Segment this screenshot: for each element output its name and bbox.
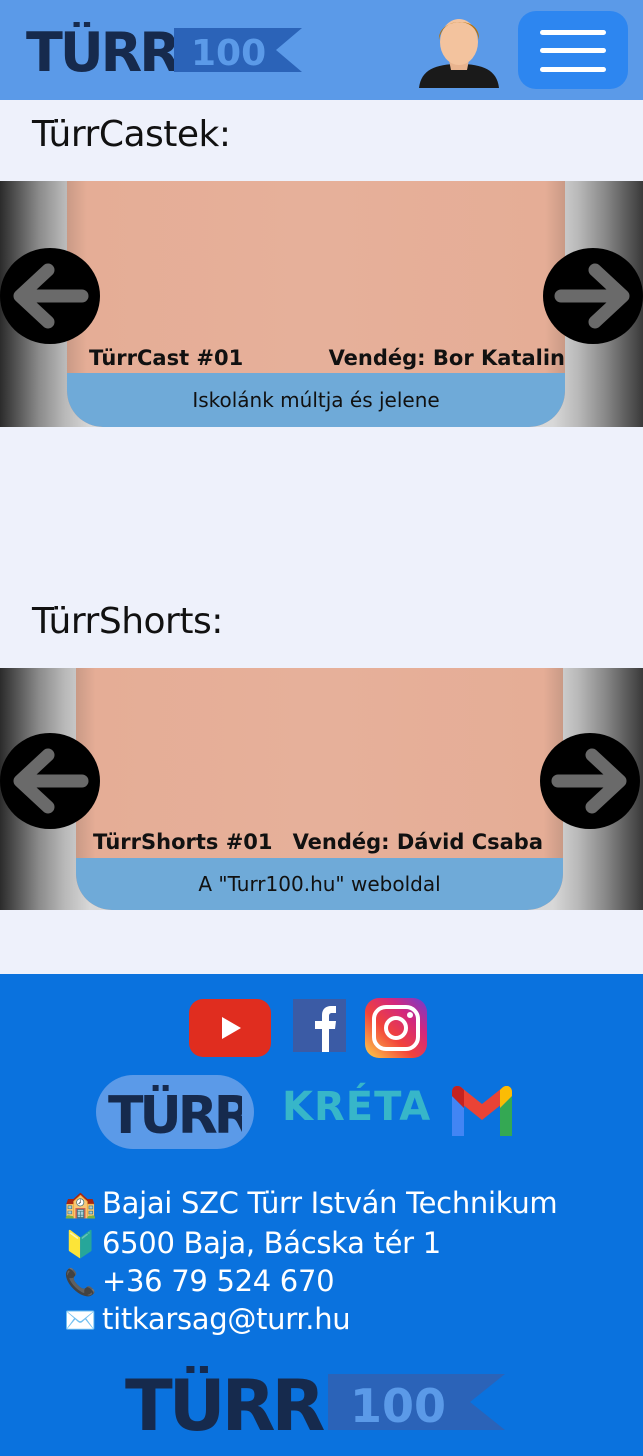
svg-text:TÜRR: TÜRR	[26, 22, 180, 76]
school-icon: 🏫	[64, 1190, 97, 1220]
youtube-icon[interactable]	[189, 999, 271, 1057]
hamburger-line	[540, 48, 606, 53]
arrow-right-icon	[551, 748, 627, 814]
svg-text:TÜRR: TÜRR	[108, 1085, 242, 1139]
contact-phone[interactable]: 📞 +36 79 524 670	[64, 1264, 624, 1304]
phone-icon: 📞	[64, 1268, 97, 1298]
contact-text: +36 79 524 670	[102, 1264, 335, 1298]
kreta-logo[interactable]: KRÉTA	[282, 1084, 430, 1144]
turrshorts-carousel: TürrShorts #01 Vendég: Dávid Csaba A "Tu…	[0, 668, 643, 910]
episode-label: TürrCast #01	[89, 346, 244, 370]
gmail-icon[interactable]	[450, 1086, 514, 1138]
contact-school-name: 🏫 Bajai SZC Türr István Technikum	[64, 1186, 624, 1226]
svg-text:TÜRR: TÜRR	[125, 1366, 324, 1436]
guest-label: Vendég: Bor Katalin	[328, 346, 565, 370]
envelope-icon: ✉️	[64, 1306, 97, 1336]
turr100-logo[interactable]: TÜRR 100	[125, 1366, 505, 1436]
hamburger-line	[540, 67, 606, 72]
contact-text: titkarsag@turr.hu	[102, 1302, 351, 1336]
turr-logo: TÜRR	[108, 1085, 242, 1139]
turrcastek-heading: TürrCastek:	[32, 114, 231, 155]
guest-label: Vendég: Dávid Csaba	[292, 830, 543, 854]
carousel-next-button[interactable]	[543, 248, 643, 344]
footer: TÜRR KRÉTA 🏫 Bajai SZC Türr István Techni…	[0, 974, 643, 1456]
arrow-left-icon	[13, 748, 89, 814]
contact-text: Bajai SZC Türr István Technikum	[102, 1186, 558, 1220]
svg-text:100: 100	[191, 33, 266, 74]
turrcast-carousel: TürrCast #01 Vendég: Bor Katalin Iskolán…	[0, 181, 643, 427]
turrshorts-slide[interactable]: TürrShorts #01 Vendég: Dávid Csaba A "Tu…	[76, 668, 563, 910]
hamburger-menu-button[interactable]	[518, 11, 628, 89]
turr100-logo[interactable]: TÜRR 100	[26, 22, 302, 76]
turrshorts-heading: TürrShorts:	[32, 601, 223, 642]
arrow-left-icon	[13, 263, 89, 329]
facebook-icon[interactable]	[293, 999, 346, 1052]
slide-caption: A "Turr100.hu" weboldal	[76, 858, 563, 910]
carousel-prev-button[interactable]	[0, 733, 100, 829]
hamburger-line	[540, 30, 606, 35]
slide-meta: TürrCast #01 Vendég: Bor Katalin	[67, 346, 565, 374]
contact-text: 6500 Baja, Bácska tér 1	[102, 1226, 441, 1260]
contact-email[interactable]: ✉️ titkarsag@turr.hu	[64, 1302, 624, 1342]
svg-text:100: 100	[350, 1379, 446, 1433]
turr-school-link[interactable]: TÜRR	[96, 1075, 254, 1149]
arrow-right-icon	[554, 263, 630, 329]
header: TÜRR 100	[0, 0, 643, 100]
slide-caption: Iskolánk múltja és jelene	[67, 373, 565, 427]
carousel-next-button[interactable]	[540, 733, 640, 829]
turrcast-slide[interactable]: TürrCast #01 Vendég: Bor Katalin Iskolán…	[67, 181, 565, 427]
slide-meta: TürrShorts #01 Vendég: Dávid Csaba	[76, 830, 563, 858]
contact-address: 🔰 6500 Baja, Bácska tér 1	[64, 1226, 624, 1266]
instagram-icon[interactable]	[365, 998, 427, 1058]
episode-label: TürrShorts #01	[93, 830, 273, 854]
beginner-badge-icon: 🔰	[64, 1230, 97, 1260]
user-avatar-icon[interactable]	[417, 10, 501, 90]
carousel-prev-button[interactable]	[0, 248, 100, 344]
